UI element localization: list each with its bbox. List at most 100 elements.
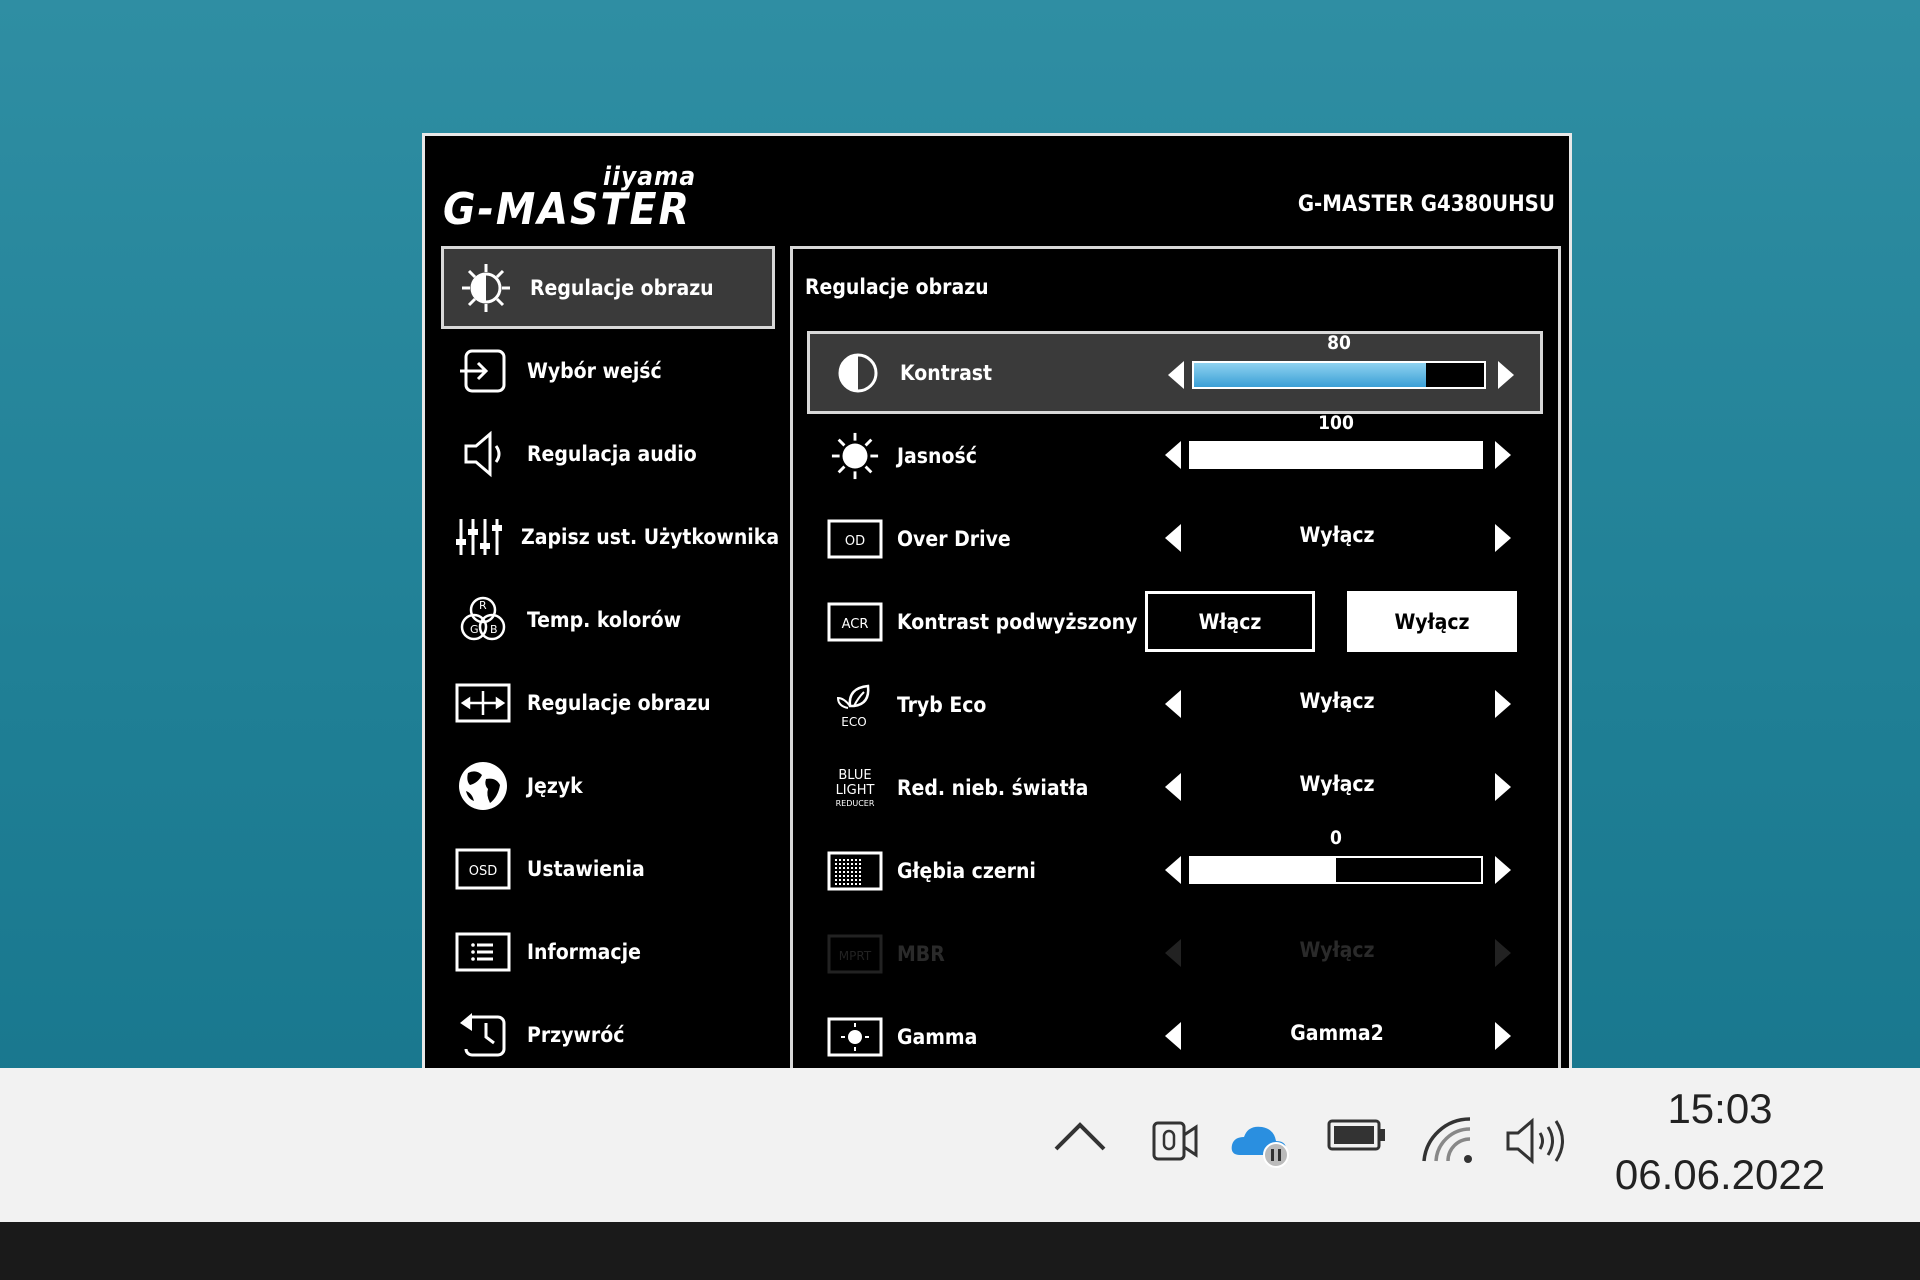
acr-off-button[interactable]: Wyłącz: [1347, 591, 1517, 652]
decrease-arrow-icon: [1165, 939, 1181, 967]
eco-leaf-icon: ECO: [825, 677, 885, 733]
menu-item-label: Regulacje obrazu: [530, 275, 714, 300]
setting-label: MBR: [897, 941, 945, 966]
setting-label: Over Drive: [897, 526, 1011, 551]
decrease-arrow-icon[interactable]: [1165, 1022, 1181, 1050]
gamma-value: Gamma2: [1290, 1021, 1384, 1045]
setting-label: Tryb Eco: [897, 692, 987, 717]
brightness-icon: [825, 428, 885, 484]
menu-item-picture-adjust[interactable]: Regulacje obrazu: [441, 246, 775, 329]
setting-blue-light-reducer[interactable]: BLUE LIGHT REDUCER Red. nieb. światła Wyłą…: [807, 746, 1543, 829]
decrease-arrow-icon[interactable]: [1165, 524, 1181, 552]
svg-text:REDUCER: REDUCER: [836, 799, 875, 808]
setting-contrast[interactable]: Kontrast 80: [807, 331, 1543, 414]
decrease-arrow-icon[interactable]: [1165, 773, 1181, 801]
brightness-contrast-icon: [458, 260, 514, 316]
gmaster-logo: G-MASTER: [443, 184, 692, 235]
menu-item-osd-settings[interactable]: OSD Ustawienia: [441, 827, 775, 910]
setting-label: Gamma: [897, 1024, 978, 1049]
wifi-icon[interactable]: [1420, 1115, 1480, 1172]
menu-item-audio[interactable]: Regulacja audio: [441, 412, 775, 495]
menu-item-color-temp[interactable]: RGB Temp. kolorów: [441, 578, 775, 661]
setting-gamma[interactable]: Gamma Gamma2: [807, 995, 1543, 1078]
decrease-arrow-icon[interactable]: [1165, 690, 1181, 718]
increase-arrow-icon[interactable]: [1495, 690, 1511, 718]
clock-time: 15:03: [1667, 1085, 1773, 1132]
onedrive-paused-icon[interactable]: [1230, 1115, 1294, 1176]
eco-mode-value: Wyłącz: [1299, 689, 1375, 713]
svg-text:BLUE: BLUE: [838, 768, 871, 783]
decrease-arrow-icon[interactable]: [1165, 441, 1181, 469]
settings-panel: Regulacje obrazu Kontrast 80 Jasność 100…: [790, 246, 1561, 1089]
camera-mic-icon[interactable]: [1150, 1115, 1200, 1172]
menu-item-reset[interactable]: Przywróć: [441, 993, 775, 1076]
black-level-value: 0: [1330, 827, 1342, 849]
battery-icon[interactable]: [1326, 1115, 1388, 1160]
osd-menu: iiyama G-MASTER G-MASTER G4380UHSU Regul…: [422, 133, 1572, 1100]
volume-icon[interactable]: [1504, 1115, 1570, 1172]
blue-light-value: Wyłącz: [1299, 772, 1375, 796]
svg-text:LIGHT: LIGHT: [836, 783, 875, 798]
setting-mbr: MPRT MBR Wyłącz: [807, 912, 1543, 995]
setting-black-level[interactable]: Głębia czerni 0: [807, 827, 1543, 912]
menu-item-user-settings[interactable]: Zapisz ust. Użytkownika: [441, 495, 779, 578]
acr-icon: ACR: [825, 594, 885, 650]
monitor-bezel: [0, 1222, 1920, 1280]
decrease-arrow-icon[interactable]: [1165, 856, 1181, 884]
model-name: G-MASTER G4380UHSU: [1297, 192, 1555, 217]
setting-eco-mode[interactable]: ECO Tryb Eco Wyłącz: [807, 663, 1543, 746]
gamma-icon: [825, 1009, 885, 1065]
reset-clock-icon: [455, 1007, 511, 1063]
contrast-icon: [828, 345, 888, 401]
menu-item-label: Temp. kolorów: [527, 607, 682, 632]
image-adjust-icon: [455, 675, 511, 731]
svg-text:ACR: ACR: [842, 617, 869, 632]
slider-fill: [1194, 363, 1426, 387]
speaker-icon: [455, 426, 511, 482]
blue-light-reducer-icon: BLUE LIGHT REDUCER: [825, 760, 885, 816]
increase-arrow-icon[interactable]: [1495, 856, 1511, 884]
svg-text:OSD: OSD: [469, 864, 498, 879]
acr-on-button[interactable]: Włącz: [1145, 591, 1315, 652]
taskbar-clock[interactable]: 15:03 06.06.2022: [1600, 1085, 1840, 1199]
setting-brightness[interactable]: Jasność 100: [807, 412, 1543, 497]
sliders-icon: [455, 509, 505, 565]
setting-label: Jasność: [897, 443, 977, 468]
clock-date: 06.06.2022: [1614, 1151, 1826, 1198]
menu-item-label: Język: [527, 773, 583, 798]
mbr-value: Wyłącz: [1299, 938, 1375, 962]
brightness-slider[interactable]: [1189, 441, 1483, 469]
setting-acr[interactable]: ACR Kontrast podwyższony Włącz Wyłącz: [807, 580, 1543, 663]
menu-item-information[interactable]: Informacje: [441, 910, 775, 993]
black-level-icon: [825, 843, 885, 899]
input-icon: [455, 343, 511, 399]
over-drive-value: Wyłącz: [1299, 523, 1375, 547]
decrease-arrow-icon[interactable]: [1168, 361, 1184, 389]
black-level-slider[interactable]: [1189, 856, 1483, 884]
osd-icon: OSD: [455, 841, 511, 897]
contrast-slider[interactable]: [1192, 361, 1486, 389]
menu-item-label: Zapisz ust. Użytkownika: [521, 524, 780, 549]
increase-arrow-icon: [1495, 939, 1511, 967]
menu-item-language[interactable]: Język: [441, 744, 775, 827]
increase-arrow-icon[interactable]: [1495, 1022, 1511, 1050]
setting-over-drive[interactable]: OD Over Drive Wyłącz: [807, 497, 1543, 580]
svg-text:B: B: [490, 623, 498, 636]
slider-fill: [1191, 443, 1481, 467]
increase-arrow-icon[interactable]: [1495, 441, 1511, 469]
setting-label: Głębia czerni: [897, 858, 1036, 883]
svg-text:OD: OD: [845, 534, 865, 549]
chevron-up-icon[interactable]: [1052, 1115, 1108, 1160]
increase-arrow-icon[interactable]: [1498, 361, 1514, 389]
od-icon: OD: [825, 511, 885, 567]
increase-arrow-icon[interactable]: [1495, 524, 1511, 552]
menu-item-label: Regulacja audio: [527, 441, 697, 466]
menu-item-label: Przywróć: [527, 1022, 625, 1047]
menu-item-input-select[interactable]: Wybór wejść: [441, 329, 775, 412]
menu-item-label: Regulacje obrazu: [527, 690, 711, 715]
increase-arrow-icon[interactable]: [1495, 773, 1511, 801]
setting-label: Kontrast: [900, 360, 993, 385]
globe-icon: [455, 758, 511, 814]
menu-item-image-adjust[interactable]: Regulacje obrazu: [441, 661, 775, 744]
info-list-icon: [455, 924, 511, 980]
